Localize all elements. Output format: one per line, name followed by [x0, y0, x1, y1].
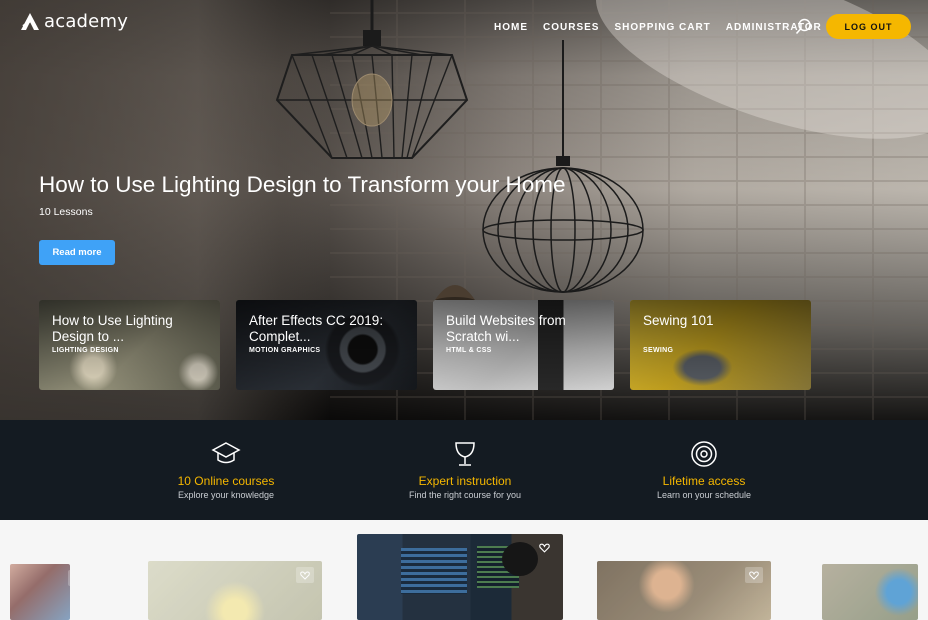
graduation-cap-icon [211, 442, 241, 464]
heart-icon[interactable] [68, 570, 70, 586]
featured-course-card[interactable]: Build Websites from Scratch wi... HTML &… [433, 300, 614, 390]
heart-icon[interactable] [745, 567, 763, 583]
course-title: How to Use Lighting Design to ... [52, 313, 173, 344]
search-icon[interactable] [795, 18, 812, 35]
nav-courses[interactable]: COURSES [543, 22, 599, 33]
featured-course-card[interactable]: How to Use Lighting Design to ... LIGHTI… [39, 300, 220, 390]
top-navbar: academy HOME COURSES SHOPPING CART ADMIN… [0, 0, 928, 56]
heart-icon[interactable] [296, 567, 314, 583]
hero-banner: academy HOME COURSES SHOPPING CART ADMIN… [0, 0, 928, 420]
featured-courses: How to Use Lighting Design to ... LIGHTI… [39, 300, 811, 390]
heart-icon[interactable] [535, 540, 553, 556]
course-title: Build Websites from Scratch wi... [446, 313, 566, 344]
course-category: SEWING [643, 347, 674, 354]
course-title: After Effects CC 2019: Complet... [249, 313, 384, 344]
monitor-screen [401, 548, 467, 594]
course-thumbnail[interactable] [357, 534, 563, 620]
feature-expert-instruction: Expert instruction Find the right course… [355, 440, 575, 500]
feature-title: Expert instruction [418, 474, 512, 488]
course-title: Sewing 101 [643, 313, 714, 328]
brand-name: academy [44, 11, 129, 32]
feature-title: 10 Online courses [177, 474, 275, 488]
feature-online-courses: 10 Online courses Explore your knowledge [116, 440, 336, 500]
course-thumbnail[interactable] [822, 564, 918, 620]
feature-title: Lifetime access [662, 474, 746, 488]
course-category: LIGHTING DESIGN [52, 347, 119, 354]
feature-lifetime-access: Lifetime access Learn on your schedule [594, 440, 814, 500]
trophy-icon [455, 442, 475, 466]
course-thumbnail[interactable] [148, 561, 322, 620]
nav-shopping-cart[interactable]: SHOPPING CART [614, 22, 710, 33]
hero-lessons-count: 10 Lessons [39, 206, 93, 218]
featured-course-card[interactable]: After Effects CC 2019: Complet... MOTION… [236, 300, 417, 390]
course-category: MOTION GRAPHICS [249, 347, 321, 354]
logout-button[interactable]: LOG OUT [826, 14, 911, 39]
course-carousel [0, 520, 928, 620]
featured-course-card[interactable]: Sewing 101 SEWING [630, 300, 811, 390]
brand-logo[interactable]: academy [20, 11, 128, 32]
feature-subtitle: Find the right course for you [408, 490, 522, 500]
course-thumbnail[interactable] [597, 561, 771, 620]
read-more-button[interactable]: Read more [39, 240, 115, 265]
features-bar: 10 Online courses Explore your knowledge… [0, 420, 928, 520]
course-thumbnail[interactable] [10, 564, 70, 620]
course-category: HTML & CSS [446, 347, 492, 354]
hero-title: How to Use Lighting Design to Transform … [39, 172, 566, 197]
feature-subtitle: Learn on your schedule [656, 490, 752, 500]
feature-subtitle: Explore your knowledge [177, 490, 275, 500]
target-icon [691, 441, 717, 467]
nav-links: HOME COURSES SHOPPING CART ADMINISTRATOR [494, 22, 822, 33]
nav-home[interactable]: HOME [494, 22, 528, 33]
logo-mark-icon [21, 12, 39, 30]
person-silhouette [502, 542, 538, 576]
